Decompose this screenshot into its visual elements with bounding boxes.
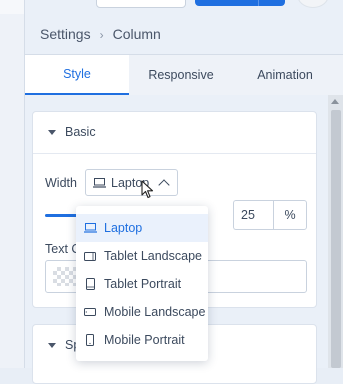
user-avatar[interactable] <box>297 0 329 8</box>
dropdown-item-label: Mobile Landscape <box>104 305 206 319</box>
dropdown-item-label: Tablet Landscape <box>104 249 202 263</box>
caret-down-icon <box>48 130 56 135</box>
section-title: Basic <box>65 125 96 139</box>
width-label: Width <box>45 176 77 190</box>
caret-down-icon <box>48 343 56 348</box>
breadcrumb-current: Column <box>112 26 161 42</box>
left-panel-strip <box>0 0 25 368</box>
device-select[interactable]: Laptop <box>85 169 178 196</box>
toolbar-primary-button[interactable] <box>195 0 285 6</box>
dropdown-item-mobile-portrait[interactable]: Mobile Portrait <box>76 326 208 354</box>
dropdown-item-tablet-landscape[interactable]: Tablet Landscape <box>76 242 208 270</box>
split-divider <box>258 0 259 6</box>
toolbar-outline-button[interactable] <box>96 0 186 8</box>
laptop-icon <box>93 178 106 188</box>
top-toolbar <box>25 0 343 14</box>
dropdown-item-label: Tablet Portrait <box>104 277 182 291</box>
width-input[interactable]: 25 <box>233 200 273 230</box>
left-strip-top <box>0 0 24 14</box>
mouse-cursor-icon <box>141 180 154 199</box>
tablet-landscape-icon <box>76 251 104 261</box>
laptop-icon <box>76 223 104 233</box>
mobile-portrait-icon <box>76 334 104 346</box>
unit-select[interactable]: % <box>273 200 307 230</box>
chevron-up-icon <box>158 179 170 191</box>
dropdown-item-label: Mobile Portrait <box>104 333 185 347</box>
device-dropdown: Laptop Tablet Landscape Tablet Portrait … <box>76 206 208 361</box>
chevron-right-icon: › <box>99 28 104 42</box>
tablet-portrait-icon <box>76 278 104 290</box>
dropdown-item-label: Laptop <box>104 221 143 235</box>
scroll-up-arrow-icon[interactable] <box>331 99 339 104</box>
tab-animation[interactable]: Animation <box>233 55 337 95</box>
tab-style[interactable]: Style <box>25 55 129 95</box>
dropdown-item-laptop[interactable]: Laptop <box>76 214 208 242</box>
breadcrumb: Settings › Column <box>40 26 161 42</box>
mobile-landscape-icon <box>76 308 104 316</box>
basic-section-header[interactable]: Basic <box>33 112 316 154</box>
scrollbar-thumb[interactable] <box>331 110 341 368</box>
breadcrumb-parent[interactable]: Settings <box>40 26 91 42</box>
tab-bar: Style Responsive Animation <box>25 55 343 95</box>
dropdown-item-tablet-portrait[interactable]: Tablet Portrait <box>76 270 208 298</box>
tab-responsive[interactable]: Responsive <box>129 55 233 95</box>
dropdown-item-mobile-landscape[interactable]: Mobile Landscape <box>76 298 208 326</box>
